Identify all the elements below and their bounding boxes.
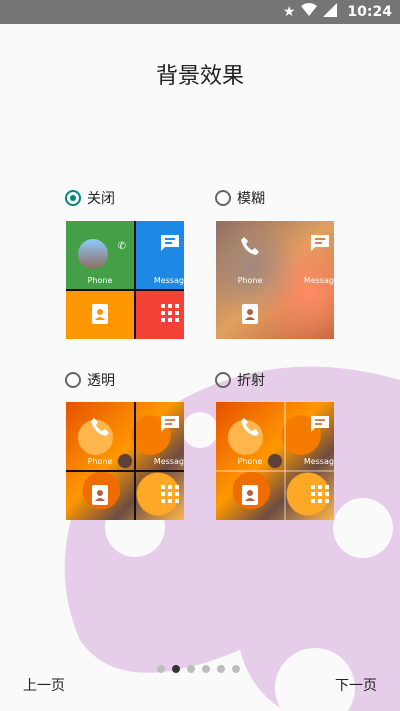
contacts-tile (216, 472, 284, 520)
preview-refraction[interactable]: Phone Messagi (216, 402, 334, 520)
message-icon (286, 414, 334, 438)
option-label: 折射 (237, 373, 265, 389)
messaging-label: Messagi (153, 457, 184, 466)
wifi-icon (301, 3, 318, 21)
page-dot (217, 665, 225, 673)
preview-off[interactable]: ✆ Phone Messagi (66, 221, 184, 339)
page-title: 背景效果 (155, 64, 244, 89)
message-icon (136, 414, 184, 438)
page-indicator (157, 665, 240, 673)
page-dot (187, 665, 195, 673)
apps-tile (136, 291, 184, 339)
phone-icon (216, 416, 284, 442)
messaging-tile: Messagi (286, 402, 334, 470)
messaging-label: Messagi (153, 276, 184, 285)
option-off[interactable]: 关闭 (65, 188, 115, 208)
option-label: 透明 (87, 373, 115, 389)
option-refraction[interactable]: 折射 (215, 370, 265, 390)
contacts-icon (66, 484, 134, 510)
messaging-label: Messagi (303, 276, 334, 285)
avatar (78, 239, 108, 269)
missed-call-icon: ✆ (117, 241, 126, 252)
phone-tile: Phone (66, 402, 134, 470)
option-label: 关闭 (87, 191, 115, 207)
contacts-tile (66, 291, 134, 339)
contacts-tile (66, 472, 134, 520)
contacts-icon (216, 484, 284, 510)
messaging-tile: Messagi (136, 402, 184, 470)
phone-icon (66, 416, 134, 442)
next-page-button[interactable]: 下一页 (335, 675, 377, 695)
status-bar: ★ 10:24 (0, 0, 400, 24)
radio-unchecked-icon[interactable] (215, 372, 231, 388)
page-dot (232, 665, 240, 673)
radio-unchecked-icon[interactable] (65, 372, 81, 388)
radio-checked-icon[interactable] (65, 190, 81, 206)
apps-grid-icon (286, 484, 334, 508)
preview-blur[interactable]: Phone Messagi (216, 221, 334, 339)
messaging-tile: Messagi (136, 221, 184, 289)
messaging-tile: Messagi (286, 221, 334, 289)
contacts-icon (216, 303, 284, 329)
phone-label: Phone (87, 276, 113, 285)
phone-label: Phone (237, 276, 263, 285)
message-icon (286, 233, 334, 257)
prev-page-button[interactable]: 上一页 (23, 675, 65, 695)
preview-transparent[interactable]: Phone Messagi (66, 402, 184, 520)
option-blur[interactable]: 模糊 (215, 188, 265, 208)
contacts-icon (66, 303, 134, 329)
apps-tile (286, 291, 334, 339)
option-label: 模糊 (237, 191, 265, 207)
signal-icon (323, 3, 338, 21)
radio-unchecked-icon[interactable] (215, 190, 231, 206)
phone-label: Phone (87, 457, 113, 466)
apps-grid-icon (136, 303, 184, 327)
apps-tile (286, 472, 334, 520)
phone-tile: Phone (216, 221, 284, 289)
contacts-tile (216, 291, 284, 339)
star-icon: ★ (282, 4, 296, 20)
phone-icon (216, 235, 284, 261)
apps-tile (136, 472, 184, 520)
phone-tile: Phone (216, 402, 284, 470)
apps-grid-icon (136, 484, 184, 508)
message-icon (136, 233, 184, 257)
messaging-label: Messagi (303, 457, 334, 466)
page-dot (157, 665, 165, 673)
option-transparent[interactable]: 透明 (65, 370, 115, 390)
phone-tile: ✆ Phone (66, 221, 134, 289)
background-blob (64, 366, 400, 711)
clock: 10:24 (347, 4, 392, 20)
phone-label: Phone (237, 457, 263, 466)
page-dot (202, 665, 210, 673)
page-dot-active (172, 665, 180, 673)
